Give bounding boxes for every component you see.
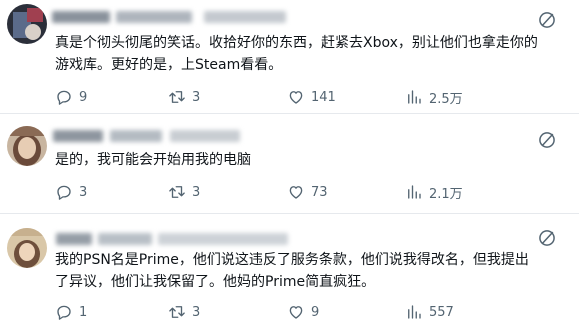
- reply-button[interactable]: 3: [55, 182, 87, 202]
- views-count: 557: [429, 304, 454, 320]
- tweet-text-line: 是的，我可能会开始用我的电脑: [55, 152, 251, 168]
- timestamp-blurred[interactable]: [204, 11, 286, 23]
- tweet-text-line: 了异议，他们让我保留了。他妈的Prime简直疯狂。: [55, 274, 376, 290]
- avatar[interactable]: [7, 126, 47, 166]
- grok-slash-icon[interactable]: [537, 228, 557, 248]
- like-button[interactable]: 141: [287, 87, 336, 107]
- repost-button[interactable]: 3: [168, 182, 200, 202]
- views-button[interactable]: 2.1万: [405, 182, 463, 202]
- tweet-text-line: 我的PSN名是Prime，他们说这违反了服务条款，他们说我得改名，但我提出: [55, 252, 529, 268]
- like-count: 9: [311, 304, 320, 320]
- like-button[interactable]: 9: [287, 302, 319, 322]
- views-chart-icon: [408, 185, 421, 199]
- action-bar: 3 3 73 2.1万: [55, 182, 565, 202]
- avatar[interactable]: [7, 4, 47, 44]
- heart-icon: [289, 91, 303, 104]
- views-button[interactable]: 557: [405, 302, 454, 322]
- reply-button[interactable]: 1: [55, 302, 87, 322]
- reply-icon: [57, 185, 71, 200]
- views-button[interactable]: 2.5万: [405, 87, 463, 107]
- tweet-text: 是的，我可能会开始用我的电脑: [55, 149, 565, 171]
- tweet-text-line: 真是个彻头彻尾的笑话。收拾好你的东西，赶紧去Xbox，别让他们也拿走你的: [55, 35, 538, 51]
- repost-button[interactable]: 3: [168, 87, 200, 107]
- reply-count: 1: [79, 304, 88, 320]
- repost-count: 3: [192, 89, 201, 105]
- reply-icon: [57, 90, 71, 105]
- action-bar: 1 3 9 557: [55, 302, 565, 322]
- author-handle-blurred[interactable]: [116, 11, 192, 23]
- tweet-2[interactable]: 是的，我可能会开始用我的电脑 3 3 73 2.1万: [0, 114, 579, 214]
- reply-count: 9: [79, 89, 88, 105]
- like-button[interactable]: 73: [287, 182, 328, 202]
- views-chart-icon: [408, 305, 421, 319]
- repost-icon: [169, 91, 185, 103]
- grok-slash-icon[interactable]: [537, 130, 557, 150]
- views-count: 2.5万: [429, 91, 463, 107]
- author-name-blurred[interactable]: [52, 11, 110, 23]
- action-bar: 9 3 141 2.5万: [55, 87, 565, 107]
- timestamp-blurred[interactable]: [170, 130, 240, 142]
- reply-icon: [57, 305, 71, 320]
- repost-icon: [169, 306, 185, 318]
- tweet-text: 我的PSN名是Prime，他们说这违反了服务条款，他们说我得改名，但我提出 了异…: [55, 249, 565, 293]
- like-count: 73: [311, 184, 328, 200]
- heart-icon: [289, 306, 303, 319]
- heart-icon: [289, 186, 303, 199]
- reply-count: 3: [79, 184, 88, 200]
- views-chart-icon: [408, 90, 421, 104]
- views-count: 2.1万: [429, 186, 463, 202]
- tweet-text: 真是个彻头彻尾的笑话。收拾好你的东西，赶紧去Xbox，别让他们也拿走你的 游戏库…: [55, 32, 565, 76]
- author-handle-blurred[interactable]: [110, 130, 162, 142]
- author-name-blurred[interactable]: [56, 233, 92, 245]
- tweet-1[interactable]: 真是个彻头彻尾的笑话。收拾好你的东西，赶紧去Xbox，别让他们也拿走你的 游戏库…: [0, 0, 579, 114]
- reply-button[interactable]: 9: [55, 87, 87, 107]
- timestamp-blurred[interactable]: [158, 233, 288, 245]
- author-name-blurred[interactable]: [53, 130, 103, 142]
- repost-count: 3: [192, 184, 201, 200]
- avatar[interactable]: [7, 228, 47, 268]
- grok-slash-icon[interactable]: [537, 10, 557, 30]
- author-handle-blurred[interactable]: [98, 233, 152, 245]
- tweet-3[interactable]: 我的PSN名是Prime，他们说这违反了服务条款，他们说我得改名，但我提出 了异…: [0, 214, 579, 326]
- tweet-text-line: 游戏库。更好的是，上Steam看看。: [55, 57, 283, 73]
- repost-icon: [169, 186, 185, 198]
- repost-button[interactable]: 3: [168, 302, 200, 322]
- like-count: 141: [311, 89, 336, 105]
- repost-count: 3: [192, 304, 201, 320]
